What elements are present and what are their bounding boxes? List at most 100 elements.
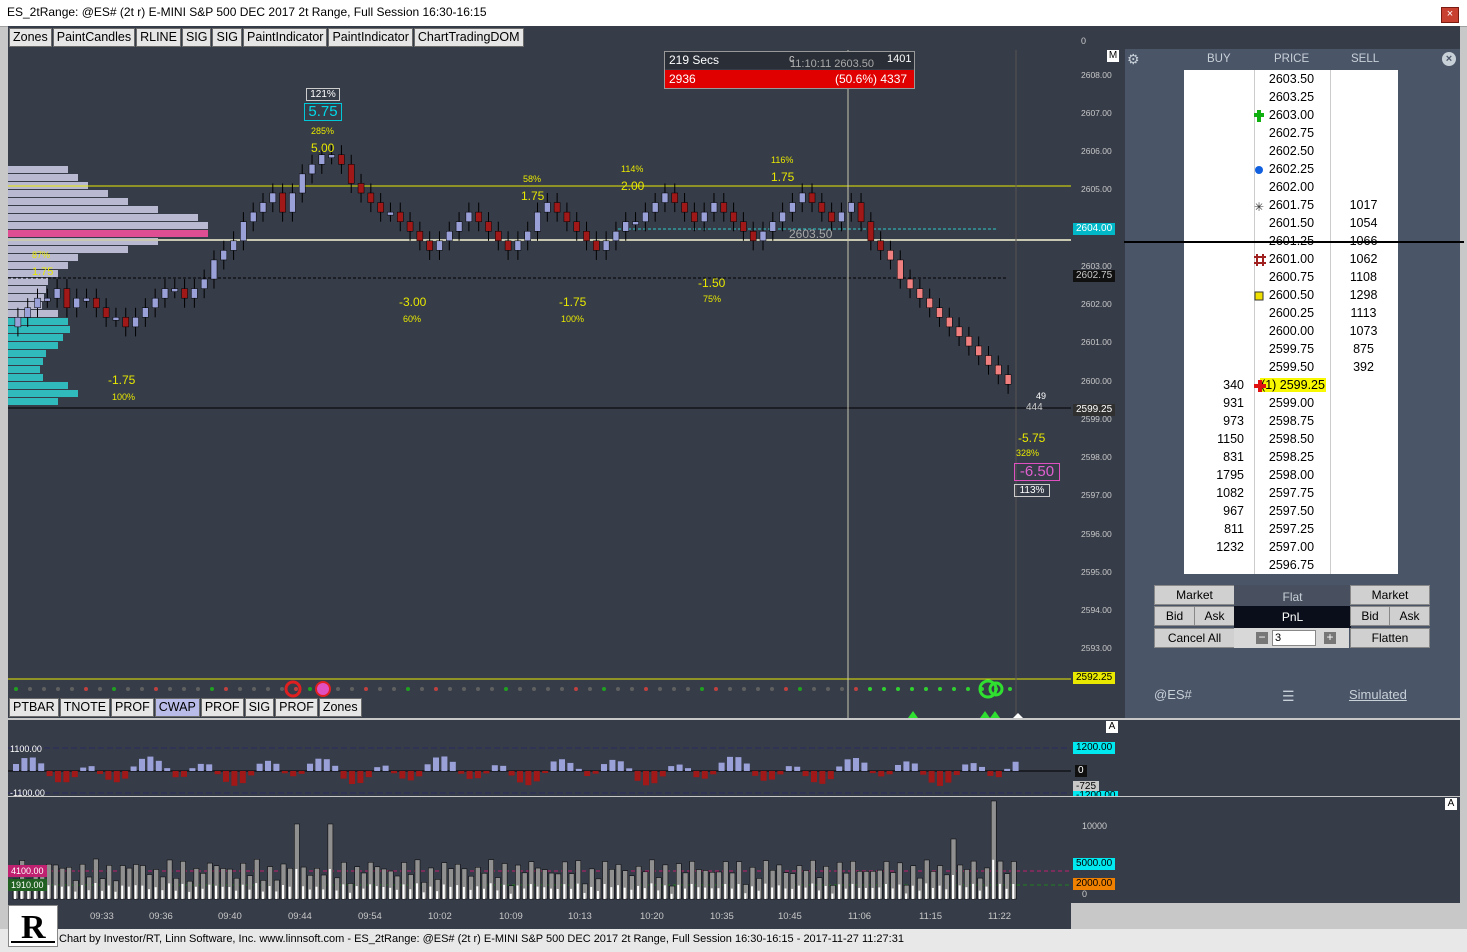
dom-row[interactable]: 2602.00	[1184, 178, 1398, 196]
market-sell-button[interactable]: Market	[1350, 585, 1430, 605]
dom-price[interactable]: 2602.25	[1254, 162, 1329, 176]
dom-price[interactable]: 2597.75	[1254, 486, 1329, 500]
indicator-button-3[interactable]: CWAP	[154, 698, 200, 717]
dom-buy-size[interactable]: 811	[1184, 522, 1244, 536]
dom-row[interactable]: 2601.75 1017 ✳	[1184, 196, 1398, 214]
vol-a-button[interactable]: A	[1445, 798, 1457, 810]
dom-row[interactable]: 2600.50 1298	[1184, 286, 1398, 304]
dom-price[interactable]: 2599.50	[1254, 360, 1329, 374]
dom-price[interactable]: 2600.25	[1254, 306, 1329, 320]
dom-row[interactable]: 1232 2597.00	[1184, 538, 1398, 556]
dom-row[interactable]: 2600.75 1108	[1184, 268, 1398, 286]
dom-price[interactable]: 2599.00	[1254, 396, 1329, 410]
dom-price[interactable]: 2598.75	[1254, 414, 1329, 428]
dom-row[interactable]: 1150 2598.50	[1184, 430, 1398, 448]
indicator-button-1[interactable]: TNOTE	[59, 698, 111, 717]
price-chart-svg[interactable]	[8, 26, 1071, 718]
indicator-button-4[interactable]: PROF	[200, 698, 244, 717]
dom-row[interactable]: 2603.50	[1184, 70, 1398, 88]
dom-row[interactable]: 811 2597.25	[1184, 520, 1398, 538]
dom-sell-size[interactable]: 875	[1329, 342, 1398, 356]
dom-row[interactable]: 2602.25	[1184, 160, 1398, 178]
indicator-button-7[interactable]: Zones	[318, 698, 362, 717]
dom-price[interactable]: 2603.25	[1254, 90, 1329, 104]
dom-price[interactable]: 2597.25	[1254, 522, 1329, 536]
dom-buy-size[interactable]: 1150	[1184, 432, 1244, 446]
dom-price[interactable]: 2603.50	[1254, 72, 1329, 86]
dom-price[interactable]: 2597.50	[1254, 504, 1329, 518]
indicator-button-5[interactable]: SIG	[244, 698, 275, 717]
dom-price[interactable]: 2597.00	[1254, 540, 1329, 554]
toolbar-button-3[interactable]: SIG	[181, 28, 212, 47]
dom-row[interactable]: 2596.75	[1184, 556, 1398, 574]
dom-row[interactable]: 1795 2598.00	[1184, 466, 1398, 484]
dom-row[interactable]: 2602.75	[1184, 124, 1398, 142]
osc-a-button[interactable]: A	[1106, 721, 1118, 733]
bid-buy-button[interactable]: Bid	[1154, 606, 1195, 626]
dom-row[interactable]: 2599.75 875	[1184, 340, 1398, 358]
quantity-input[interactable]: 3	[1272, 630, 1316, 646]
dom-ladder[interactable]: 2603.50 2603.25 2603.00 2602.75 2602.50 2602.…	[1124, 70, 1464, 574]
oscillator-panel[interactable]: 1100.00 -1100.00	[8, 720, 1071, 798]
indicator-button-2[interactable]: PROF	[111, 698, 154, 717]
dom-buy-size[interactable]: 1082	[1184, 486, 1244, 500]
gear-icon[interactable]: ⚙	[1127, 52, 1141, 66]
dom-row[interactable]: 2601.50 1054	[1184, 214, 1398, 232]
dom-row[interactable]: 1082 2597.75	[1184, 484, 1398, 502]
dom-row[interactable]: 931 2599.00	[1184, 394, 1398, 412]
dom-buy-size[interactable]: 340	[1184, 378, 1244, 392]
dom-buy-size[interactable]: 973	[1184, 414, 1244, 428]
dom-row[interactable]: 2603.25	[1184, 88, 1398, 106]
dom-price[interactable]: 2602.50	[1254, 144, 1329, 158]
dom-row[interactable]: 967 2597.50	[1184, 502, 1398, 520]
dom-price[interactable]: 2596.75	[1254, 558, 1329, 572]
toolbar-button-5[interactable]: PaintIndicator	[243, 28, 328, 47]
dom-price[interactable]: 2603.00	[1254, 108, 1329, 122]
dom-sell-size[interactable]: 1108	[1329, 270, 1398, 284]
main-chart-panel[interactable]: Zones PaintCandles RLINE SIG SIG PaintIndicat…	[8, 26, 1071, 718]
price-axis[interactable]: 0 M 2608.00 2607.00 2606.00 2605.00 2604.00 2…	[1071, 26, 1125, 718]
dom-price[interactable]: 2598.25	[1254, 450, 1329, 464]
dom-price[interactable]: 2600.00	[1254, 324, 1329, 338]
simulated-link[interactable]: Simulated	[1349, 687, 1407, 702]
dom-price[interactable]: 2599.75	[1254, 342, 1329, 356]
toolbar-button-2[interactable]: RLINE	[136, 28, 181, 47]
minus-icon[interactable]: −	[1256, 631, 1268, 644]
dom-sell-size[interactable]: 1113	[1329, 306, 1398, 320]
dom-sell-size[interactable]: 1017	[1329, 198, 1398, 212]
dom-row[interactable]: 2599.50 392	[1184, 358, 1398, 376]
dom-buy-size[interactable]: 967	[1184, 504, 1244, 518]
dom-sell-size[interactable]: 1298	[1329, 288, 1398, 302]
close-icon[interactable]: ×	[1442, 52, 1456, 66]
dom-buy-size[interactable]: 1232	[1184, 540, 1244, 554]
toolbar-button-7[interactable]: ChartTradingDOM	[413, 28, 524, 47]
dom-row[interactable]: 2600.00 1073	[1184, 322, 1398, 340]
toolbar-button-6[interactable]: PaintIndicator	[328, 28, 413, 47]
dom-buy-size[interactable]: 1795	[1184, 468, 1244, 482]
dom-price[interactable]: 2600.50	[1254, 288, 1329, 302]
dom-row[interactable]: 2601.251066	[1124, 232, 1464, 250]
dom-price[interactable]: 2601.50	[1254, 216, 1329, 230]
indicator-button-6[interactable]: PROF	[275, 698, 318, 717]
dom-row[interactable]: 2603.00	[1184, 106, 1398, 124]
toolbar-button-0[interactable]: Zones	[9, 28, 52, 47]
dom-sell-size[interactable]: 1062	[1329, 252, 1398, 266]
dom-row[interactable]: 340 (1) 2599.25	[1184, 376, 1398, 394]
dom-price[interactable]: 2602.00	[1254, 180, 1329, 194]
dom-price[interactable]: 2601.75	[1254, 198, 1329, 212]
dom-row[interactable]: 2602.50	[1184, 142, 1398, 160]
dom-buy-size[interactable]: 931	[1184, 396, 1244, 410]
dom-row[interactable]: 973 2598.75	[1184, 412, 1398, 430]
dom-row[interactable]: 2601.00 1062	[1184, 250, 1398, 268]
dom-sell-size[interactable]: 1054	[1329, 216, 1398, 230]
dom-row[interactable]: 2600.25 1113	[1184, 304, 1398, 322]
price-axis-m-button[interactable]: M	[1107, 50, 1119, 62]
ask-sell-button[interactable]: Ask	[1389, 606, 1430, 626]
dom-buy-size[interactable]: 831	[1184, 450, 1244, 464]
dom-sell-size[interactable]: 392	[1329, 360, 1398, 374]
dom-price[interactable]: (1) 2599.25	[1260, 378, 1326, 392]
dom-sell-size[interactable]: 1073	[1329, 324, 1398, 338]
toolbar-button-4[interactable]: SIG	[212, 28, 243, 47]
flatten-button[interactable]: Flatten	[1350, 628, 1430, 648]
bid-sell-button[interactable]: Bid	[1350, 606, 1390, 626]
